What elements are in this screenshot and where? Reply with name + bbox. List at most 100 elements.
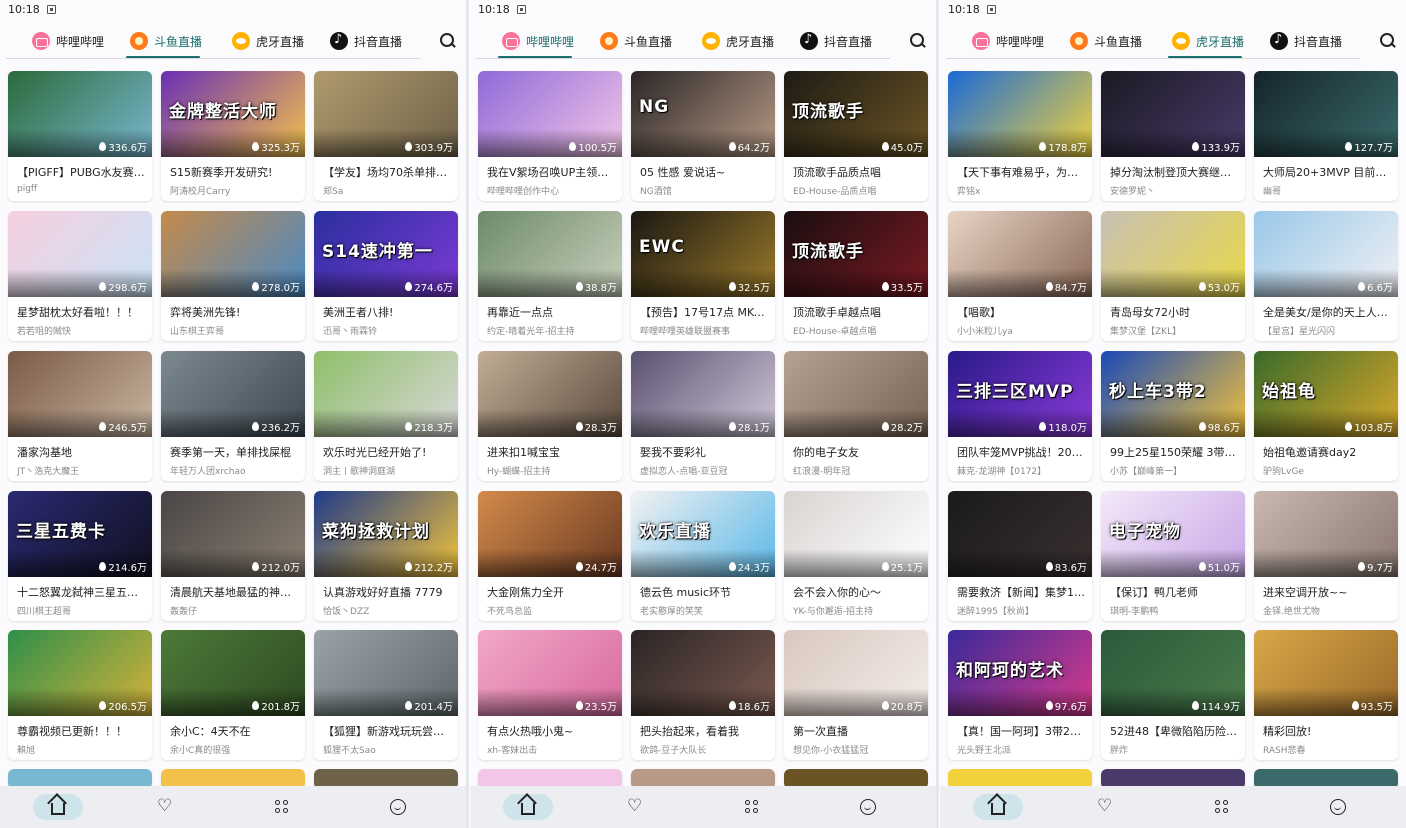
live-room-card[interactable]: 127.7万 大师局20+3MVP 目前19… 幽哥 [1254, 71, 1398, 201]
viewer-count: 298.6万 [99, 279, 147, 294]
nav-category-button[interactable] [268, 794, 296, 820]
tab-bilibili[interactable]: 哔哩哔哩 [32, 26, 104, 56]
streamer-name: xh-客妹出击 [487, 746, 538, 756]
live-room-card[interactable]: 53.0万 青岛母女72小时 集梦汉堡【ZKL】 [1101, 211, 1245, 341]
room-thumbnail: 23.5万 [478, 630, 622, 716]
tab-label: 虎牙直播 [1196, 34, 1245, 49]
live-room-card[interactable]: 欢乐直播 24.3万 德云色 music环节 老实憨厚的笑笑 [631, 491, 775, 621]
live-room-card[interactable]: 始祖龟 103.8万 始祖龟邀请赛day2 驴驹LvGe [1254, 351, 1398, 481]
live-room-card[interactable]: 秒上车3带2 98.6万 99上25星150荣耀 3带2… 小苏【巅峰第一】 [1101, 351, 1245, 481]
nav-favorite-button[interactable]: ♡ [1090, 794, 1118, 820]
huya-logo-icon [1172, 32, 1190, 50]
streamer-name: 胖炸 [1110, 746, 1129, 756]
tab-douyu[interactable]: 斗鱼直播 [130, 26, 202, 56]
nav-home-button[interactable] [33, 794, 83, 820]
douyin-logo-icon [330, 32, 348, 50]
live-room-card[interactable]: 9.7万 进来空调开放~~ 金铎.绝世尤物 [1254, 491, 1398, 621]
live-room-card[interactable]: 201.4万 【狐狸】新游戏玩玩尝… 狐狸不太Sao [314, 630, 458, 760]
live-room-card[interactable]: 和阿珂的艺术 97.6万 【真！国一阿珂】3带2… 光头野王北派 [948, 630, 1092, 760]
bilibili-logo-icon [502, 32, 520, 50]
live-room-card[interactable]: 212.0万 清晨航天基地最猛的神… 轰轰仔 [161, 491, 305, 621]
live-room-card[interactable]: 38.8万 再靠近一点点 约定-晴着光年-招主持 [478, 211, 622, 341]
search-icon[interactable] [1380, 33, 1396, 49]
live-room-card[interactable]: 218.3万 欢乐时光已经开始了! 洞主丨歌神洞庭湖 [314, 351, 458, 481]
viewer-count: 28.3万 [575, 419, 617, 434]
live-room-card[interactable]: 三排三区MVP 118.0万 团队牢笼MVP挑战！208… 棘克-龙湖神【0172】 [948, 351, 1092, 481]
live-room-card[interactable]: 201.8万 余小C：4天不在 余小C真的很强 [161, 630, 305, 760]
tab-bilibili[interactable]: 哔哩哔哩 [502, 26, 574, 56]
live-room-card[interactable]: 84.7万 【唱歌】 小小米粒儿ya [948, 211, 1092, 341]
screen-divider [466, 0, 469, 828]
live-room-card[interactable]: 18.6万 把头抬起来，看着我 欲鸽-豆子大队长 [631, 630, 775, 760]
search-icon[interactable] [910, 33, 926, 49]
live-room-card[interactable]: 236.2万 赛季第一天，单排找屎棍 年轻万人团xrchao [161, 351, 305, 481]
tab-huya[interactable]: 虎牙直播 [232, 26, 304, 56]
nav-home-button[interactable] [503, 794, 553, 820]
live-room-card[interactable]: 金牌整活大师 325.3万 S15新赛季开发研究! 阿涛校月Carry [161, 71, 305, 201]
tab-bilibili[interactable]: 哔哩哔哩 [972, 26, 1044, 56]
tab-label: 抖音直播 [824, 34, 873, 49]
live-room-card[interactable]: 菜狗拯救计划 212.2万 认真游戏好好直播 7779 恰饭丶DZZ [314, 491, 458, 621]
tab-douyin[interactable]: 抖音直播 [330, 26, 402, 56]
live-room-card[interactable]: 133.9万 掉分淘汰制登顶大赛继… 安德罗妮丶 [1101, 71, 1245, 201]
nav-category-button[interactable] [738, 794, 766, 820]
thumbnail-caption: 顶流歌手 [792, 242, 864, 262]
live-room-card[interactable]: 100.5万 我在V絮场召唤UP主领… 哔哩哔哩创作中心 [478, 71, 622, 201]
viewer-count-text: 51.0万 [1207, 563, 1240, 574]
nav-mine-button[interactable] [384, 794, 412, 820]
viewer-count-text: 9.7万 [1367, 563, 1393, 574]
nav-favorite-button[interactable]: ♡ [620, 794, 648, 820]
live-room-card[interactable]: NG 64.2万 05 性感 爱说话~ NG酒馆 [631, 71, 775, 201]
live-room-card[interactable]: 206.5万 尊霸视频已更新！！！ 賴旭 [8, 630, 152, 760]
live-room-card[interactable]: 278.0万 弈将美洲先锋! 山东棋王弈哥 [161, 211, 305, 341]
live-room-card[interactable]: 电子宠物 51.0万 【保订】鸭几老师 琪明-李鹏鸭 [1101, 491, 1245, 621]
live-room-card[interactable]: 114.9万 52进48【卑微陷陷历险… 胖炸 [1101, 630, 1245, 760]
fire-icon [1358, 562, 1366, 571]
live-room-card[interactable]: EWC 32.5万 【预告】17号17点 MKOI… 哔哩哔哩英雄联盟赛事 [631, 211, 775, 341]
tab-douyin[interactable]: 抖音直播 [1270, 26, 1342, 56]
live-room-card[interactable]: 298.6万 星梦甜枕太好看啦！！！ 若若咀的贼快 [8, 211, 152, 341]
nav-home-button[interactable] [973, 794, 1023, 820]
live-room-card[interactable]: 20.8万 第一次直播 想见你-小衣猛猛冠 [784, 630, 928, 760]
live-room-card[interactable]: 顶流歌手 33.5万 顶流歌手卓越点唱 ED-House-卓越点唱 [784, 211, 928, 341]
streamer-name: 小小米粒儿ya [957, 327, 1013, 337]
tab-douyu[interactable]: 斗鱼直播 [600, 26, 672, 56]
nav-category-button[interactable] [1208, 794, 1236, 820]
tab-douyin[interactable]: 抖音直播 [800, 26, 872, 56]
tab-huya[interactable]: 虎牙直播 [1172, 26, 1244, 56]
room-title: 【预告】17号17点 MKOI… [640, 306, 768, 319]
live-room-card[interactable]: 178.8万 【天下事有难易乎，为… 弈铭x [948, 71, 1092, 201]
live-room-card[interactable]: 28.2万 你的电子女友 红浪漫-明年冠 [784, 351, 928, 481]
room-title: 【唱歌】 [957, 306, 1001, 319]
nav-mine-button[interactable] [1324, 794, 1352, 820]
viewer-count-text: 214.6万 [108, 563, 147, 574]
fire-icon [728, 282, 736, 291]
search-icon[interactable] [440, 33, 456, 49]
tab-douyu[interactable]: 斗鱼直播 [1070, 26, 1142, 56]
viewer-count-text: 100.5万 [578, 143, 617, 154]
bilibili-logo-icon [32, 32, 50, 50]
room-title: 进来扣1喊宝宝 [487, 446, 560, 459]
tab-huya[interactable]: 虎牙直播 [702, 26, 774, 56]
live-room-card[interactable]: 6.6万 全是美女/是你的天上人… 【星宫】星光闪闪 [1254, 211, 1398, 341]
fire-icon [881, 701, 889, 710]
live-room-card[interactable]: 336.6万 【PIGFF】PUBG水友赛1… pigff [8, 71, 152, 201]
live-room-card[interactable]: 83.6万 需要救济【新闻】集梦1… 迷醉1995【秋尚】 [948, 491, 1092, 621]
live-room-card[interactable]: 顶流歌手 45.0万 顶流歌手品质点唱 ED-House-品质点唱 [784, 71, 928, 201]
nav-favorite-button[interactable]: ♡ [150, 794, 178, 820]
live-room-card[interactable]: S14速冲第一 274.6万 美洲王者八排! 迅哥丶雨霖铃 [314, 211, 458, 341]
room-title: 顶流歌手卓越点唱 [793, 306, 881, 319]
live-room-card[interactable]: 303.9万 【学友】场均70杀单排… 郑Sa [314, 71, 458, 201]
live-room-card[interactable]: 25.1万 会不会入你的心～ YK-与你邂逅-招主持 [784, 491, 928, 621]
live-room-card[interactable]: 23.5万 有点火热哦小鬼~ xh-客妹出击 [478, 630, 622, 760]
nav-mine-button[interactable] [854, 794, 882, 820]
live-room-card[interactable]: 246.5万 潘家沟基地 JT丶浩克大魔王 [8, 351, 152, 481]
live-room-card[interactable]: 三星五费卡 214.6万 十二怒翼龙弑神三星五… 四川棋王超哥 [8, 491, 152, 621]
tab-label: 哔哩哔哩 [526, 34, 575, 49]
thumbnail-caption: 三排三区MVP [956, 382, 1074, 402]
room-title: 【PIGFF】PUBG水友赛1… [17, 166, 145, 179]
live-room-card[interactable]: 24.7万 大金刚焦力全开 不死鸟总监 [478, 491, 622, 621]
live-room-card[interactable]: 28.3万 进来扣1喊宝宝 Hy-蝴蝶-招主持 [478, 351, 622, 481]
live-room-card[interactable]: 28.1万 娶我不要彩礼 虚拟恋人-点唱-亚豆冠 [631, 351, 775, 481]
live-room-card[interactable]: 93.5万 精彩回放! RASH悲春 [1254, 630, 1398, 760]
